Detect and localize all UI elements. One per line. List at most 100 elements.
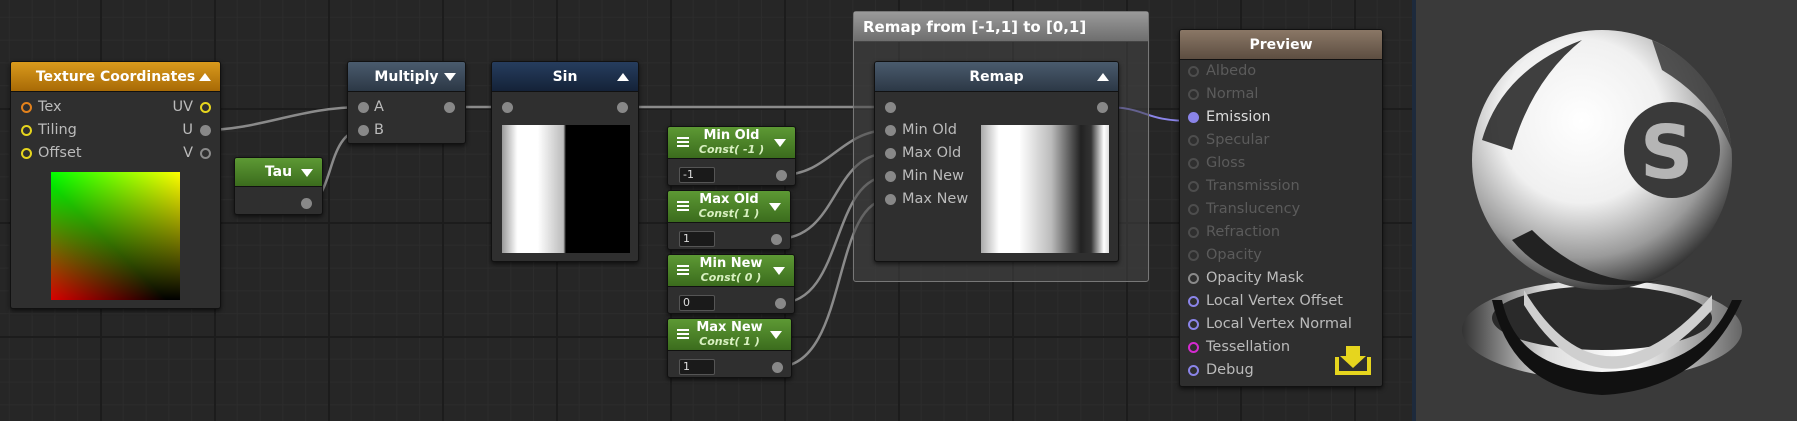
multiply-output-port[interactable] (444, 102, 455, 113)
sin-output-port[interactable] (617, 102, 628, 113)
expand-arrow-icon[interactable] (770, 331, 782, 339)
value-input[interactable]: 0 (679, 295, 715, 311)
expand-arrow-icon[interactable] (774, 139, 786, 147)
tessellation-input-port[interactable] (1188, 342, 1199, 353)
expand-arrow-icon[interactable] (301, 169, 313, 177)
port-label-max-old: Max Old (902, 145, 962, 161)
node-title: Sin (552, 68, 578, 85)
node-title: Multiply (374, 68, 439, 85)
group-header[interactable]: Remap from [-1,1] to [0,1] (854, 12, 1148, 42)
max-new-input-port[interactable] (885, 194, 896, 205)
input-label-gloss: Gloss (1206, 155, 1246, 171)
tau-node[interactable]: Tau (234, 157, 323, 215)
multiply-node[interactable]: Multiply A B (347, 61, 466, 144)
value-input[interactable]: 1 (679, 231, 715, 247)
specular-input-port[interactable] (1188, 135, 1199, 146)
preview-master-node[interactable]: Preview Albedo Normal Emission Specular … (1179, 29, 1383, 387)
menu-icon[interactable] (677, 201, 689, 211)
expand-arrow-icon[interactable] (769, 203, 781, 211)
node-header[interactable]: Preview (1180, 30, 1382, 60)
max-new-const-node[interactable]: Max New Const( 1 ) 1 (667, 318, 792, 378)
wire-u-to-a (203, 105, 364, 132)
emission-input-port[interactable] (1188, 112, 1199, 123)
min-old-output-port[interactable] (776, 170, 787, 181)
tau-output-port[interactable] (301, 198, 312, 209)
value-input[interactable]: 1 (679, 359, 715, 375)
value-input[interactable]: -1 (679, 167, 715, 183)
min-new-output-port[interactable] (775, 298, 786, 309)
max-new-output-port[interactable] (772, 362, 783, 373)
menu-icon[interactable] (677, 137, 689, 147)
local-vertex-offset-input-port[interactable] (1188, 296, 1199, 307)
remap-value-input-port[interactable] (885, 102, 896, 113)
node-header[interactable]: Max New Const( 1 ) (668, 319, 791, 351)
input-label-debug: Debug (1206, 362, 1254, 378)
b-input-port[interactable] (358, 125, 369, 136)
min-new-input-port[interactable] (885, 171, 896, 182)
remap-node[interactable]: Remap Min Old Max Old Min New Max New (874, 61, 1119, 262)
offset-input-port[interactable] (21, 148, 32, 159)
material-preview-viewport[interactable]: S (1412, 0, 1797, 421)
refraction-input-port[interactable] (1188, 227, 1199, 238)
pane-divider[interactable] (1412, 0, 1416, 421)
tiling-input-port[interactable] (21, 125, 32, 136)
uv-gradient-red-overlay (51, 172, 180, 300)
sin-preview-image (502, 125, 630, 253)
port-label-uv: UV (172, 99, 193, 115)
albedo-input-port[interactable] (1188, 66, 1199, 77)
expand-arrow-icon[interactable] (444, 73, 456, 81)
input-label-transmission: Transmission (1206, 178, 1300, 194)
normal-input-port[interactable] (1188, 89, 1199, 100)
node-subtitle: Const( -1 ) (698, 142, 765, 156)
input-label-tessellation: Tessellation (1206, 339, 1291, 355)
translucency-input-port[interactable] (1188, 204, 1199, 215)
uv-output-port[interactable] (200, 102, 211, 113)
menu-icon[interactable] (677, 265, 689, 275)
collapse-arrow-icon[interactable] (199, 73, 211, 81)
collapse-arrow-icon[interactable] (1097, 73, 1109, 81)
sin-input-port[interactable] (502, 102, 513, 113)
transmission-input-port[interactable] (1188, 181, 1199, 192)
node-subtitle: Const( 0 ) (700, 270, 762, 284)
node-header[interactable]: Min New Const( 0 ) (668, 255, 794, 287)
node-title: Min Old (703, 127, 760, 143)
remap-output-port[interactable] (1097, 102, 1108, 113)
port-label-max-new: Max New (902, 191, 969, 207)
node-title: Max New (696, 319, 763, 335)
min-new-const-node[interactable]: Min New Const( 0 ) 0 (667, 254, 795, 314)
max-old-input-port[interactable] (885, 148, 896, 159)
port-label-min-old: Min Old (902, 122, 957, 138)
node-header[interactable]: Min Old Const( -1 ) (668, 127, 795, 159)
local-vertex-normal-input-port[interactable] (1188, 319, 1199, 330)
gloss-input-port[interactable] (1188, 158, 1199, 169)
max-old-output-port[interactable] (771, 234, 782, 245)
node-header[interactable]: Remap (875, 62, 1118, 92)
node-subtitle: Const( 1 ) (698, 206, 760, 220)
node-header[interactable]: Sin (492, 62, 638, 92)
tex-input-port[interactable] (21, 102, 32, 113)
opacity-mask-input-port[interactable] (1188, 273, 1199, 284)
collapse-arrow-icon[interactable] (617, 73, 629, 81)
remap-preview-image (981, 125, 1109, 253)
min-old-input-port[interactable] (885, 125, 896, 136)
u-output-port[interactable] (200, 125, 211, 136)
debug-input-port[interactable] (1188, 365, 1199, 376)
a-input-port[interactable] (358, 102, 369, 113)
input-label-opacity-mask: Opacity Mask (1206, 270, 1304, 286)
node-header[interactable]: Max Old Const( 1 ) (668, 191, 790, 223)
max-old-const-node[interactable]: Max Old Const( 1 ) 1 (667, 190, 791, 250)
expand-arrow-icon[interactable] (773, 267, 785, 275)
texture-coordinates-node[interactable]: Texture Coordinates Tex Tiling Offset UV… (10, 61, 221, 309)
v-output-port[interactable] (200, 148, 211, 159)
sin-node[interactable]: Sin (491, 61, 639, 262)
min-old-const-node[interactable]: Min Old Const( -1 ) -1 (667, 126, 796, 186)
node-header[interactable]: Tau (235, 158, 322, 187)
group-title: Remap from [-1,1] to [0,1] (863, 17, 1087, 36)
download-tray-icon[interactable] (1334, 343, 1372, 377)
node-header[interactable]: Multiply (348, 62, 465, 92)
node-graph-canvas[interactable]: Texture Coordinates Tex Tiling Offset UV… (0, 0, 1412, 421)
node-header[interactable]: Texture Coordinates (11, 62, 220, 92)
opacity-input-port[interactable] (1188, 250, 1199, 261)
node-title: Max Old (699, 191, 759, 207)
menu-icon[interactable] (677, 329, 689, 339)
